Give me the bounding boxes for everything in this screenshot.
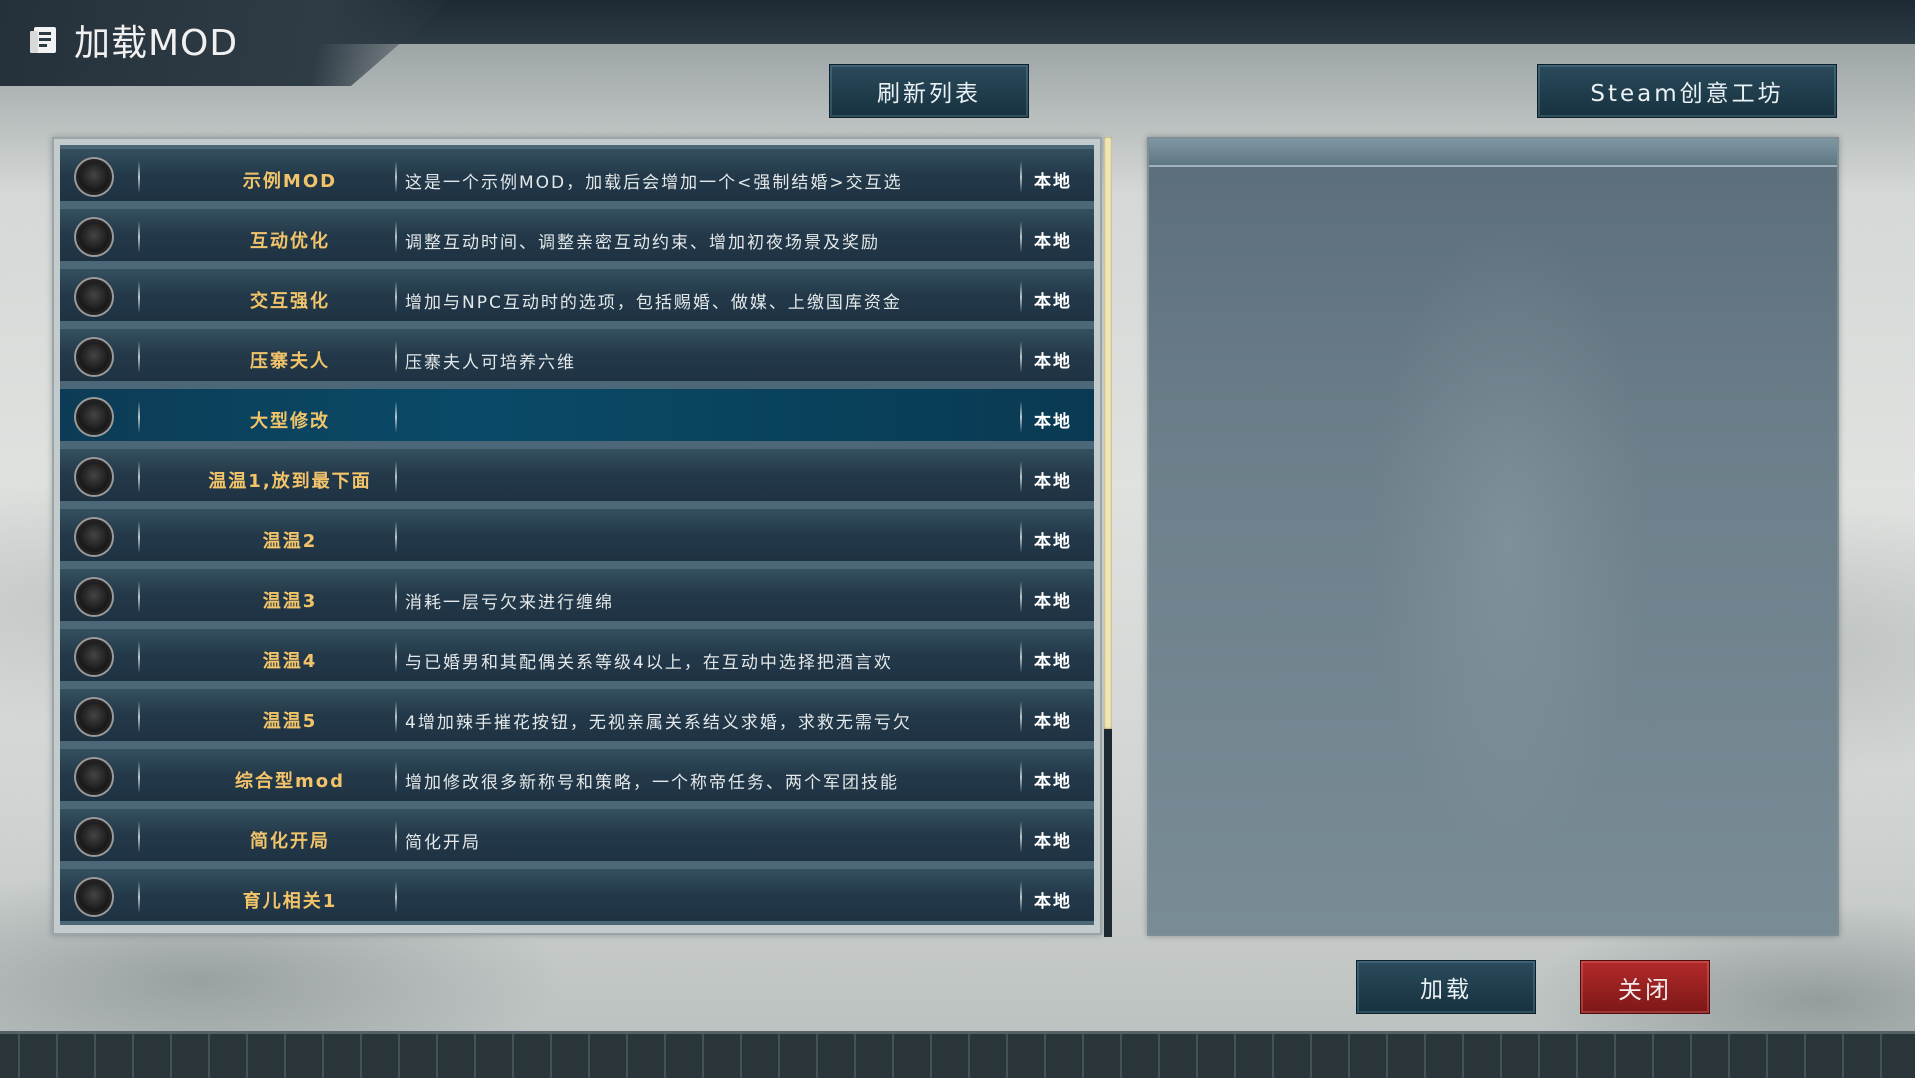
mod-list-panel: 示例MOD 这是一个示例MOD，加载后会增加一个<强制结婚>交互选 本地 互动优化 调整… bbox=[52, 137, 1102, 935]
list-scrollbar[interactable] bbox=[1104, 137, 1112, 937]
mod-toggle-radio[interactable] bbox=[74, 697, 114, 737]
mod-source: 本地 bbox=[1034, 412, 1072, 432]
mod-description: 压寨夫人可培养六维 bbox=[405, 353, 576, 373]
row-divider bbox=[1020, 341, 1022, 373]
mod-toggle-radio[interactable] bbox=[74, 277, 114, 317]
close-button[interactable]: 关闭 bbox=[1580, 960, 1710, 1014]
row-divider bbox=[395, 401, 397, 433]
mod-description: 增加修改很多新称号和策略，一个称帝任务、两个军团技能 bbox=[405, 773, 899, 793]
scrollbar-thumb[interactable] bbox=[1104, 137, 1112, 729]
row-divider bbox=[1020, 761, 1022, 793]
row-divider bbox=[1020, 881, 1022, 913]
row-divider bbox=[395, 641, 397, 673]
row-divider bbox=[395, 581, 397, 613]
mod-row[interactable]: 压寨夫人 压寨夫人可培养六维 本地 bbox=[60, 325, 1094, 385]
row-divider bbox=[395, 761, 397, 793]
mod-description: 增加与NPC互动时的选项，包括赐婚、做媒、上缴国库资金 bbox=[405, 293, 902, 313]
mod-toggle-radio[interactable] bbox=[74, 877, 114, 917]
mod-source: 本地 bbox=[1034, 772, 1072, 792]
row-divider bbox=[395, 341, 397, 373]
mod-row[interactable]: 综合型mod 增加修改很多新称号和策略，一个称帝任务、两个军团技能 本地 bbox=[60, 745, 1094, 805]
row-divider bbox=[395, 281, 397, 313]
mod-list: 示例MOD 这是一个示例MOD，加载后会增加一个<强制结婚>交互选 本地 互动优化 调整… bbox=[60, 145, 1094, 927]
mod-description: 这是一个示例MOD，加载后会增加一个<强制结婚>交互选 bbox=[405, 173, 903, 193]
row-divider bbox=[1020, 641, 1022, 673]
preview-image bbox=[1369, 219, 1649, 859]
row-divider bbox=[395, 521, 397, 553]
mod-description: 简化开局 bbox=[405, 833, 481, 853]
mod-row[interactable]: 互动优化 调整互动时间、调整亲密互动约束、增加初夜场景及奖励 本地 bbox=[60, 205, 1094, 265]
row-divider bbox=[1020, 281, 1022, 313]
row-divider bbox=[1020, 821, 1022, 853]
mod-toggle-radio[interactable] bbox=[74, 637, 114, 677]
row-divider bbox=[395, 821, 397, 853]
row-divider bbox=[1020, 581, 1022, 613]
mod-row[interactable]: 温温2 本地 bbox=[60, 505, 1094, 565]
mod-source: 本地 bbox=[1034, 352, 1072, 372]
mod-row[interactable]: 育儿相关1 本地 bbox=[60, 865, 1094, 925]
mod-description: 调整互动时间、调整亲密互动约束、增加初夜场景及奖励 bbox=[405, 233, 880, 253]
mod-source: 本地 bbox=[1034, 472, 1072, 492]
row-divider bbox=[1020, 701, 1022, 733]
row-divider bbox=[1020, 401, 1022, 433]
row-divider bbox=[395, 881, 397, 913]
mod-row[interactable]: 简化开局 简化开局 本地 bbox=[60, 805, 1094, 865]
bottom-decor-border bbox=[0, 1031, 1915, 1078]
load-button[interactable]: 加载 bbox=[1356, 960, 1536, 1014]
row-divider bbox=[1020, 221, 1022, 253]
mod-row[interactable]: 示例MOD 这是一个示例MOD，加载后会增加一个<强制结婚>交互选 本地 bbox=[60, 145, 1094, 205]
mod-preview-panel bbox=[1147, 137, 1839, 936]
mod-book-icon bbox=[30, 27, 56, 53]
mod-row[interactable]: 温温3 消耗一层亏欠来进行缠绵 本地 bbox=[60, 565, 1094, 625]
mod-toggle-radio[interactable] bbox=[74, 337, 114, 377]
mod-toggle-radio[interactable] bbox=[74, 397, 114, 437]
mod-toggle-radio[interactable] bbox=[74, 757, 114, 797]
mod-toggle-radio[interactable] bbox=[74, 157, 114, 197]
row-divider bbox=[395, 161, 397, 193]
row-divider bbox=[1020, 461, 1022, 493]
mod-source: 本地 bbox=[1034, 592, 1072, 612]
mod-source: 本地 bbox=[1034, 172, 1072, 192]
mod-description: 消耗一层亏欠来进行缠绵 bbox=[405, 593, 614, 613]
mod-source: 本地 bbox=[1034, 652, 1072, 672]
mod-row[interactable]: 温温5 4增加辣手摧花按钮，无视亲属关系结义求婚，求救无需亏欠 本地 bbox=[60, 685, 1094, 745]
mod-row[interactable]: 温温1,放到最下面 本地 bbox=[60, 445, 1094, 505]
window-title: 加载MOD bbox=[28, 14, 238, 66]
mod-source: 本地 bbox=[1034, 532, 1072, 552]
page-title: 加载MOD bbox=[74, 23, 239, 64]
refresh-list-button[interactable]: 刷新列表 bbox=[829, 64, 1029, 118]
row-divider bbox=[395, 221, 397, 253]
mod-toggle-radio[interactable] bbox=[74, 817, 114, 857]
row-divider bbox=[395, 701, 397, 733]
mod-source: 本地 bbox=[1034, 892, 1072, 912]
mod-description: 与已婚男和其配偶关系等级4以上，在互动中选择把酒言欢 bbox=[405, 653, 893, 673]
mod-toggle-radio[interactable] bbox=[74, 577, 114, 617]
mod-row[interactable]: 大型修改 本地 bbox=[60, 385, 1094, 445]
mod-source: 本地 bbox=[1034, 292, 1072, 312]
row-divider bbox=[395, 461, 397, 493]
row-divider bbox=[1020, 161, 1022, 193]
mod-source: 本地 bbox=[1034, 832, 1072, 852]
mod-toggle-radio[interactable] bbox=[74, 517, 114, 557]
mod-row[interactable]: 交互强化 增加与NPC互动时的选项，包括赐婚、做媒、上缴国库资金 本地 bbox=[60, 265, 1094, 325]
steam-workshop-button[interactable]: Steam创意工坊 bbox=[1537, 64, 1837, 118]
mod-toggle-radio[interactable] bbox=[74, 217, 114, 257]
mod-row[interactable]: 温温4 与已婚男和其配偶关系等级4以上，在互动中选择把酒言欢 本地 bbox=[60, 625, 1094, 685]
mod-source: 本地 bbox=[1034, 232, 1072, 252]
mod-description: 4增加辣手摧花按钮，无视亲属关系结义求婚，求救无需亏欠 bbox=[405, 713, 912, 733]
mod-source: 本地 bbox=[1034, 712, 1072, 732]
preview-header bbox=[1149, 139, 1837, 167]
row-divider bbox=[1020, 521, 1022, 553]
mod-toggle-radio[interactable] bbox=[74, 457, 114, 497]
